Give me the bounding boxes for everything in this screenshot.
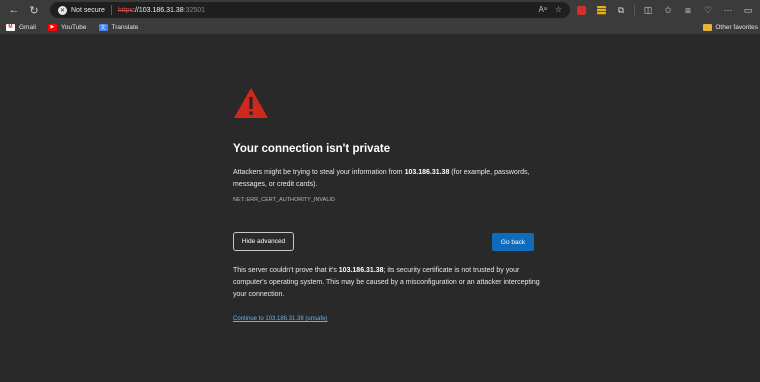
bookmark-gmail[interactable]: M Gmail — [6, 23, 36, 31]
other-favorites[interactable]: Other favorites — [703, 23, 758, 31]
security-label[interactable]: Not secure — [71, 7, 105, 14]
folder-icon — [703, 23, 713, 31]
favorite-star-icon[interactable]: ☆ — [555, 5, 562, 14]
address-bar[interactable]: ✕ Not secure https://103.186.31.38:32501… — [50, 2, 570, 18]
refresh-icon[interactable]: ↻ — [24, 0, 44, 20]
bookmarks-bar: M Gmail ▶ YouTube 文 Translate Other favo… — [0, 20, 760, 35]
youtube-icon: ▶ — [47, 23, 57, 31]
health-icon[interactable]: ♡ — [699, 0, 717, 20]
intro-before: Attackers might be trying to steal your … — [233, 169, 405, 176]
page-title: Your connection isn't private — [233, 143, 391, 155]
collections-icon[interactable]: ⧈ — [679, 0, 697, 20]
intro-text: Attackers might be trying to steal your … — [233, 167, 543, 191]
extensions-icon[interactable]: ⧉ — [612, 0, 630, 20]
extension-red-icon[interactable] — [572, 0, 590, 20]
address-separator — [110, 5, 112, 15]
toolbar-separator — [634, 5, 635, 15]
toolbar-icons: ⧉ ◫ ✩ ⧈ ♡ ··· ▭ — [572, 0, 757, 20]
url-host: ://103.186.31.38 — [133, 6, 184, 14]
bookmark-label: Translate — [111, 23, 139, 31]
favorites-icon[interactable]: ✩ — [659, 0, 677, 20]
detail-host: 103.186.31.38 — [338, 267, 384, 274]
split-screen-icon[interactable]: ◫ — [639, 0, 657, 20]
read-aloud-icon[interactable]: Aᵃ — [539, 5, 547, 14]
bookmark-label: YouTube — [60, 23, 87, 31]
intro-host: 103.186.31.38 — [404, 169, 450, 176]
other-favorites-label: Other favorites — [715, 23, 758, 31]
browser-toolbar: ← ↻ ✕ Not secure https://103.186.31.38:3… — [0, 0, 760, 20]
bookmark-translate[interactable]: 文 Translate — [98, 23, 139, 31]
translate-icon: 文 — [98, 23, 108, 31]
bookmark-youtube[interactable]: ▶ YouTube — [47, 23, 87, 31]
advanced-details: This server couldn't prove that it's 103… — [233, 265, 543, 301]
address-actions: Aᵃ ☆ — [539, 5, 562, 14]
gmail-icon: M — [6, 23, 15, 31]
error-code: NET::ERR_CERT_AUTHORITY_INVALID — [233, 197, 335, 203]
url-scheme: https — [117, 6, 134, 14]
bookmark-label: Gmail — [19, 23, 36, 31]
hide-advanced-button[interactable]: Hide advanced — [233, 232, 294, 251]
back-icon[interactable]: ← — [4, 0, 24, 20]
continue-unsafe-link[interactable]: Continue to 103.186.31.38 (unsafe) — [233, 316, 327, 322]
sidebar-toggle-icon[interactable]: ▭ — [739, 0, 757, 20]
extension-bars-icon[interactable] — [592, 0, 610, 20]
more-menu-icon[interactable]: ··· — [719, 0, 737, 20]
warning-triangle-icon — [234, 88, 268, 118]
go-back-button[interactable]: Go back — [492, 233, 534, 251]
detail-before: This server couldn't prove that it's — [233, 267, 339, 274]
url-port: :32501 — [183, 6, 206, 14]
not-secure-icon[interactable]: ✕ — [58, 5, 67, 15]
